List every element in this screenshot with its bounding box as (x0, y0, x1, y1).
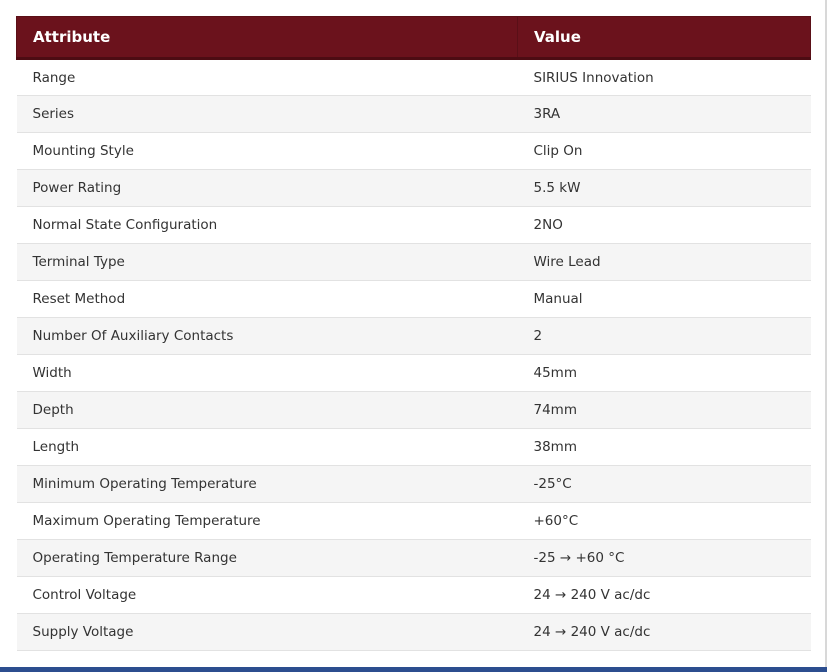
table-row: Operating Temperature Range -25 → +60 °C (16, 539, 811, 577)
attribute-cell: Minimum Operating Temperature (16, 465, 518, 503)
table-row: Reset Method Manual (16, 280, 811, 318)
table-row: Number Of Auxiliary Contacts 2 (16, 317, 811, 355)
value-cell: +60°C (517, 502, 811, 540)
attribute-cell: Terminal Type (16, 243, 518, 281)
table-row: Terminal Type Wire Lead (16, 243, 811, 281)
value-cell: 45mm (517, 354, 811, 392)
value-cell: SIRIUS Innovation (517, 58, 811, 96)
attribute-cell: Power Rating (16, 169, 518, 207)
value-cell: 24 → 240 V ac/dc (517, 576, 811, 614)
attribute-cell: Range (16, 58, 518, 96)
table-row: Normal State Configuration 2NO (16, 206, 811, 244)
attribute-cell: Depth (16, 391, 518, 429)
attributes-table: Attribute Value Range SIRIUS Innovation … (16, 16, 811, 651)
table-row: Length 38mm (16, 428, 811, 466)
attribute-cell: Number Of Auxiliary Contacts (16, 317, 518, 355)
attribute-cell: Supply Voltage (16, 613, 518, 651)
table-row: Depth 74mm (16, 391, 811, 429)
attribute-cell: Length (16, 428, 518, 466)
table-row: Series 3RA (16, 95, 811, 133)
column-header-attribute[interactable]: Attribute (16, 16, 518, 60)
value-cell: 5.5 kW (517, 169, 811, 207)
table-row: Range SIRIUS Innovation (16, 58, 811, 96)
value-cell: 2 (517, 317, 811, 355)
attribute-cell: Maximum Operating Temperature (16, 502, 518, 540)
page-frame: Attribute Value Range SIRIUS Innovation … (0, 0, 827, 667)
table-row: Supply Voltage 24 → 240 V ac/dc (16, 613, 811, 651)
attribute-cell: Reset Method (16, 280, 518, 318)
attribute-cell: Width (16, 354, 518, 392)
attribute-cell: Control Voltage (16, 576, 518, 614)
value-cell: 74mm (517, 391, 811, 429)
table-row: Mounting Style Clip On (16, 132, 811, 170)
value-cell: 38mm (517, 428, 811, 466)
value-cell: 3RA (517, 95, 811, 133)
table-row: Minimum Operating Temperature -25°C (16, 465, 811, 503)
value-cell: 2NO (517, 206, 811, 244)
table-row: Maximum Operating Temperature +60°C (16, 502, 811, 540)
attribute-cell: Series (16, 95, 518, 133)
table-body: Range SIRIUS Innovation Series 3RA Mount… (16, 58, 811, 651)
attribute-cell: Normal State Configuration (16, 206, 518, 244)
column-header-value[interactable]: Value (517, 16, 811, 60)
table-row: Power Rating 5.5 kW (16, 169, 811, 207)
attribute-cell: Operating Temperature Range (16, 539, 518, 577)
value-cell: -25°C (517, 465, 811, 503)
table-row: Width 45mm (16, 354, 811, 392)
bottom-bar (0, 667, 827, 672)
value-cell: Clip On (517, 132, 811, 170)
value-cell: Manual (517, 280, 811, 318)
value-cell: Wire Lead (517, 243, 811, 281)
value-cell: 24 → 240 V ac/dc (517, 613, 811, 651)
table-header-row: Attribute Value (16, 16, 811, 60)
attribute-cell: Mounting Style (16, 132, 518, 170)
value-cell: -25 → +60 °C (517, 539, 811, 577)
table-row: Control Voltage 24 → 240 V ac/dc (16, 576, 811, 614)
